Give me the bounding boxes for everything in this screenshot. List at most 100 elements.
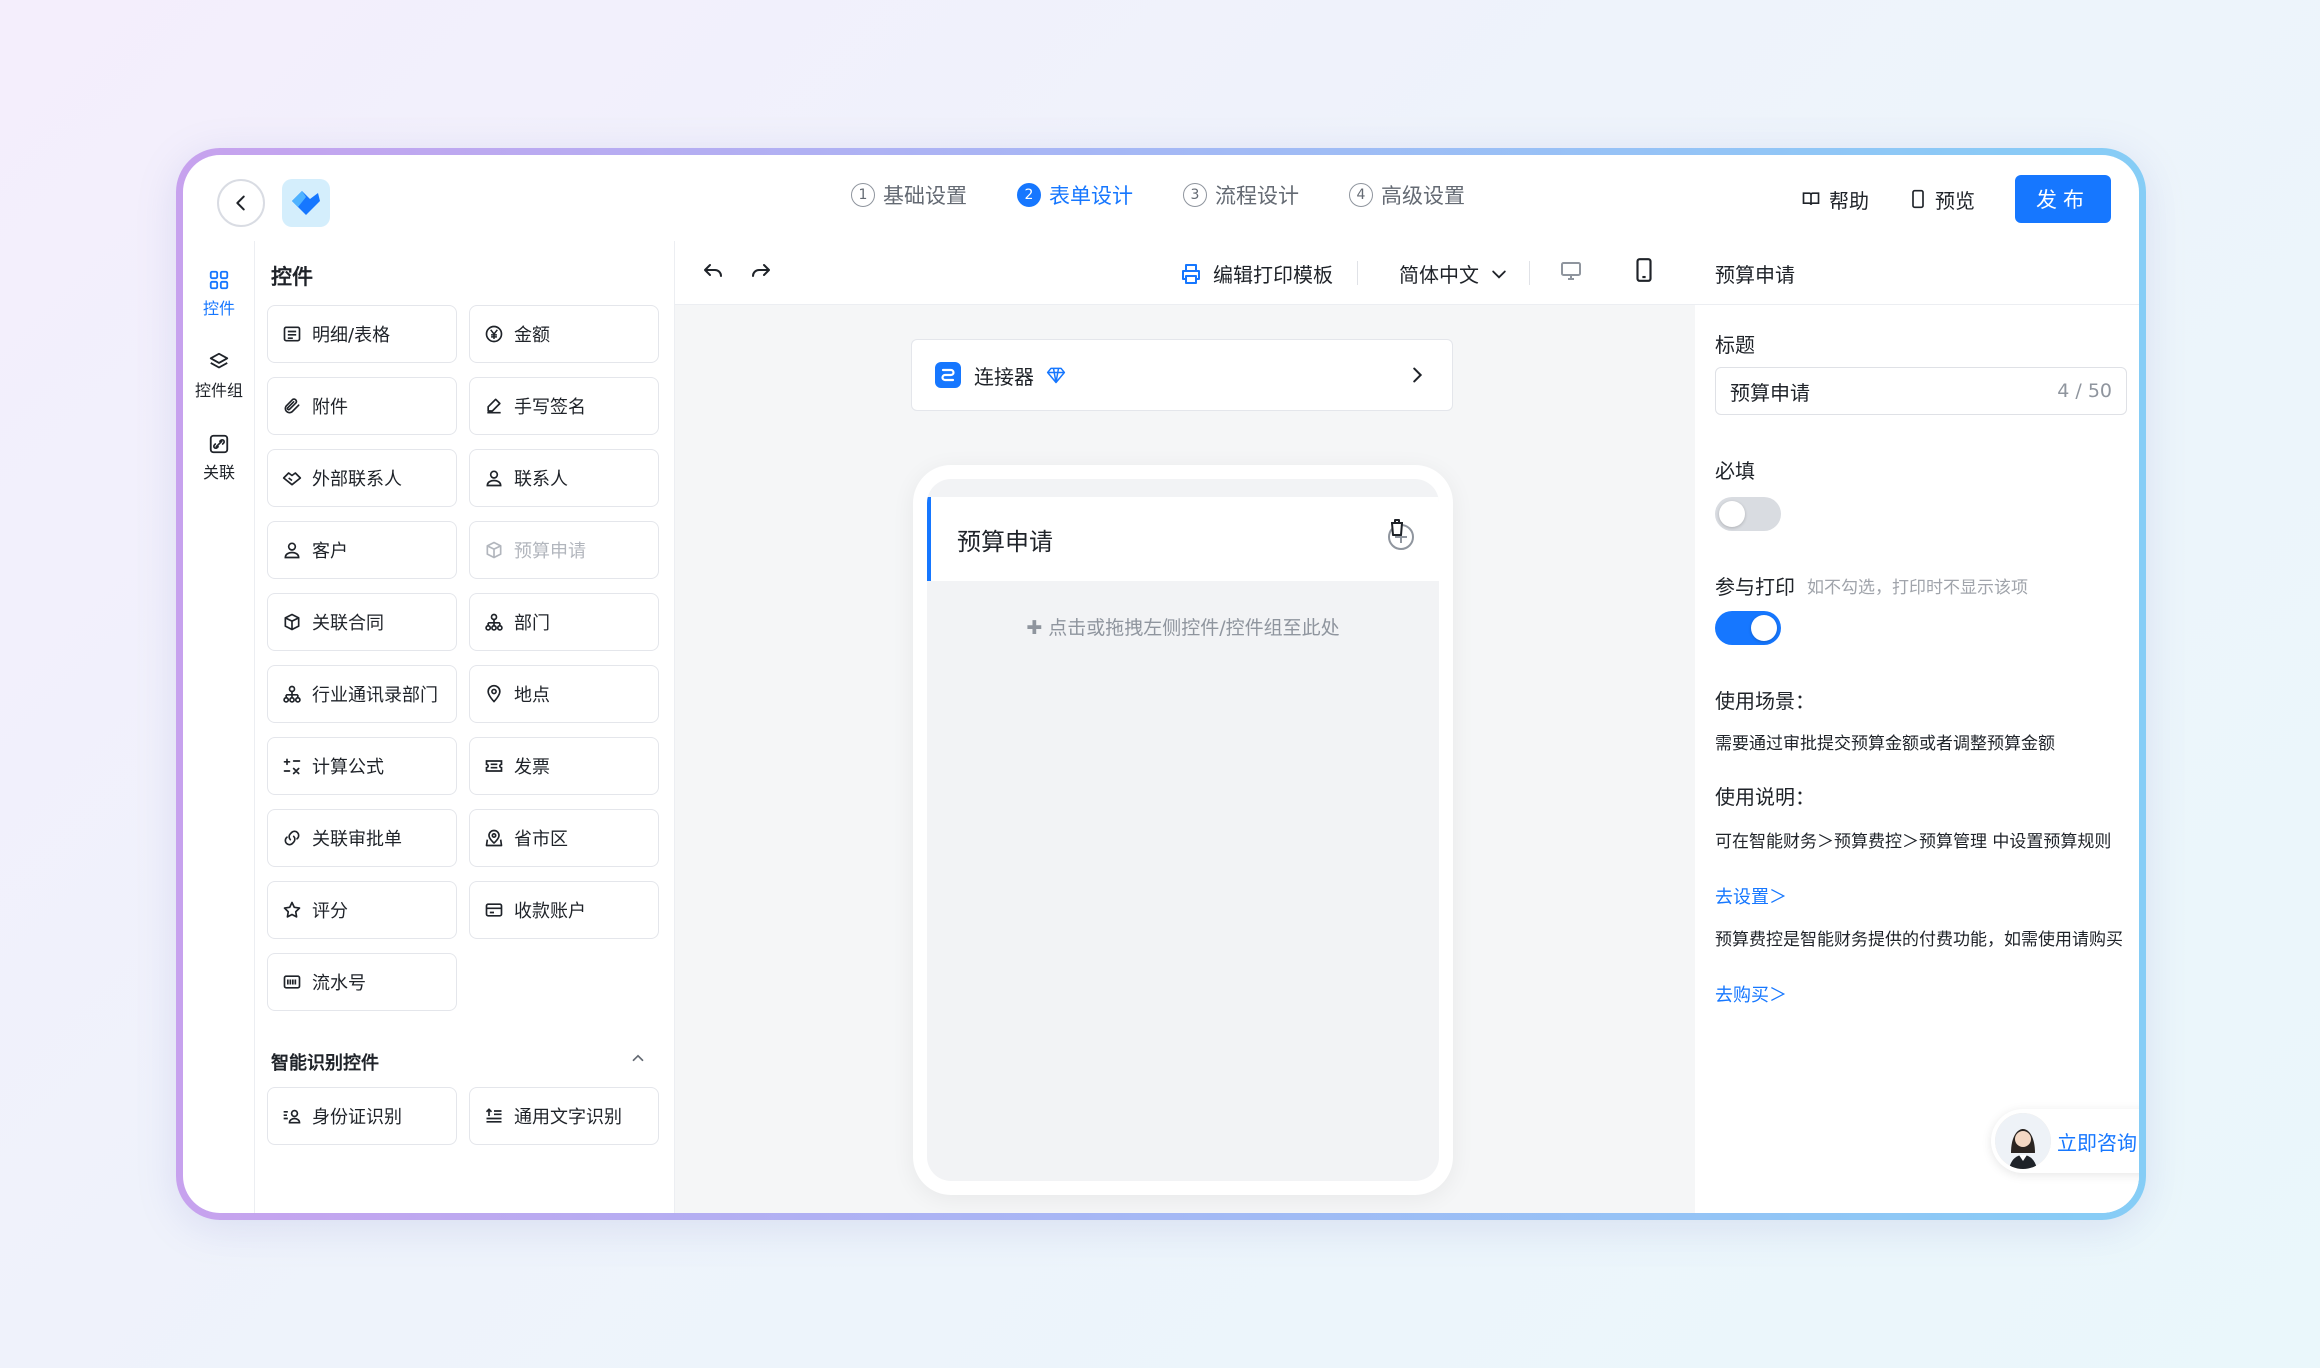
customer-icon (284, 542, 300, 559)
top-header: 1 基础设置 2 表单设计 3 流程设计 4 高级设置 帮助 预览 发布 (183, 155, 2139, 241)
trash-icon (1388, 519, 1414, 550)
step-advanced-settings[interactable]: 4 高级设置 (1349, 180, 1465, 210)
step-number: 1 (851, 183, 875, 207)
mobile-view-toggle[interactable] (1633, 257, 1655, 287)
step-label: 基础设置 (883, 184, 967, 208)
step-basic-settings[interactable]: 1 基础设置 (851, 180, 967, 210)
paperclip-icon (284, 398, 300, 414)
control-label: 收款账户 (514, 901, 586, 922)
rail-label: 控件 (202, 299, 235, 318)
step-form-design[interactable]: 2 表单设计 (1017, 180, 1133, 210)
map-icon (485, 829, 503, 847)
toggle-knob (1719, 501, 1745, 527)
preview-button[interactable]: 预览 (1909, 185, 1975, 214)
delete-field-button[interactable] (1381, 515, 1417, 557)
consult-button[interactable]: 立即咨询 (1991, 1109, 2139, 1173)
connector-icon (935, 362, 961, 388)
link-icon (284, 830, 300, 846)
usage-text: 可在智能财务＞预算费控＞预算管理 中设置预算规则 (1715, 832, 2112, 852)
control-budget-request: 预算申请 (469, 521, 659, 579)
control-amount[interactable]: 金额 (469, 305, 659, 363)
control-contact[interactable]: 联系人 (469, 449, 659, 507)
go-purchase-link[interactable]: 去购买＞ (1715, 981, 1787, 1007)
smart-controls-grid: 身份证识别 通用文字识别 (267, 1087, 659, 1145)
collapse-toggle[interactable] (629, 1049, 647, 1071)
control-customer[interactable]: 客户 (267, 521, 457, 579)
control-rating[interactable]: 评分 (267, 881, 457, 939)
undo-button[interactable] (701, 259, 725, 287)
print-hint: 如不勾选，打印时不显示该项 (1807, 578, 2028, 598)
help-button[interactable]: 帮助 (1801, 185, 1869, 214)
title-input-value: 预算申请 (1730, 380, 1810, 405)
control-linked-contract[interactable]: 关联合同 (267, 593, 457, 651)
redo-button[interactable] (749, 259, 773, 287)
required-toggle[interactable] (1715, 497, 1781, 531)
link-box-icon (209, 434, 229, 454)
control-serial-number[interactable]: 流水号 (267, 953, 457, 1011)
print-toggle[interactable] (1715, 611, 1781, 645)
location-icon (487, 684, 501, 703)
print-row: 参与打印 如不勾选，打印时不显示该项 (1715, 571, 2028, 600)
mobile-form-area[interactable]: 预算申请 ✚ 点击或拖拽左侧控件/控件组至此处 (927, 479, 1439, 1181)
diamond-icon (1046, 367, 1066, 384)
left-rail: 控件 控件组 关联 (183, 241, 255, 1213)
control-label: 通用文字识别 (514, 1107, 622, 1128)
control-linked-approval[interactable]: 关联审批单 (267, 809, 457, 867)
panel-title: 控件 (271, 265, 313, 289)
rail-item-association[interactable]: 关联 (183, 433, 255, 483)
star-icon (283, 901, 301, 918)
consultant-avatar (1995, 1113, 2051, 1169)
step-nav: 1 基础设置 2 表单设计 3 流程设计 4 高级设置 (851, 180, 1465, 210)
control-label: 计算公式 (312, 757, 384, 778)
control-id-card-recognition[interactable]: 身份证识别 (267, 1087, 457, 1145)
control-attachment[interactable]: 附件 (267, 377, 457, 435)
scene-text: 需要通过审批提交预算金额或者调整预算金额 (1715, 734, 2055, 754)
form-field-budget-request[interactable]: 预算申请 (927, 497, 1439, 581)
control-label: 行业通讯录部门 (312, 685, 438, 706)
printer-icon (1182, 263, 1200, 284)
control-label: 流水号 (312, 973, 366, 994)
title-input[interactable]: 预算申请 4 / 50 (1715, 367, 2127, 415)
rail-item-controls[interactable]: 控件 (183, 269, 255, 319)
control-label: 省市区 (514, 829, 568, 850)
control-province-city[interactable]: 省市区 (469, 809, 659, 867)
control-external-contact[interactable]: 外部联系人 (267, 449, 457, 507)
control-detail-table[interactable]: 明细/表格 (267, 305, 457, 363)
control-industry-directory[interactable]: 行业通讯录部门 (267, 665, 457, 723)
control-location[interactable]: 地点 (469, 665, 659, 723)
control-payee-account[interactable]: 收款账户 (469, 881, 659, 939)
preview-label: 预览 (1935, 188, 1975, 213)
formula-icon (283, 758, 301, 775)
desktop-view-toggle[interactable] (1559, 259, 1583, 287)
language-select[interactable]: 简体中文 (1399, 259, 1509, 288)
control-signature[interactable]: 手写签名 (469, 377, 659, 435)
step-number: 2 (1017, 183, 1041, 207)
edit-print-template-button[interactable]: 编辑打印模板 (1179, 259, 1333, 288)
handshake-icon (282, 472, 302, 486)
drop-hint-text: 点击或拖拽左侧控件/控件组至此处 (1048, 617, 1340, 639)
cube-icon (284, 613, 300, 631)
connector-bar[interactable]: 连接器 (911, 339, 1453, 411)
toolbar-divider (1529, 261, 1530, 285)
plus-icon: ✚ (1026, 617, 1049, 639)
help-label: 帮助 (1829, 188, 1869, 213)
step-flow-design[interactable]: 3 流程设计 (1183, 180, 1299, 210)
control-text-recognition[interactable]: 通用文字识别 (469, 1087, 659, 1145)
step-label: 表单设计 (1049, 184, 1133, 208)
print-label: 编辑打印模板 (1213, 263, 1333, 287)
back-button[interactable] (217, 179, 265, 227)
title-label: 标题 (1715, 333, 1755, 357)
drop-hint: ✚ 点击或拖拽左侧控件/控件组至此处 (927, 613, 1439, 640)
go-settings-link[interactable]: 去设置＞ (1715, 883, 1787, 909)
control-invoice[interactable]: 发票 (469, 737, 659, 795)
publish-button[interactable]: 发布 (2015, 175, 2111, 223)
mobile-icon (1636, 258, 1652, 282)
control-formula[interactable]: 计算公式 (267, 737, 457, 795)
smart-section-title: 智能识别控件 (271, 1053, 379, 1074)
control-label: 金额 (514, 325, 550, 346)
control-department[interactable]: 部门 (469, 593, 659, 651)
rail-item-control-groups[interactable]: 控件组 (183, 351, 255, 401)
org-icon (485, 613, 503, 631)
toolbar-divider (1357, 261, 1358, 285)
control-label: 外部联系人 (312, 469, 402, 490)
